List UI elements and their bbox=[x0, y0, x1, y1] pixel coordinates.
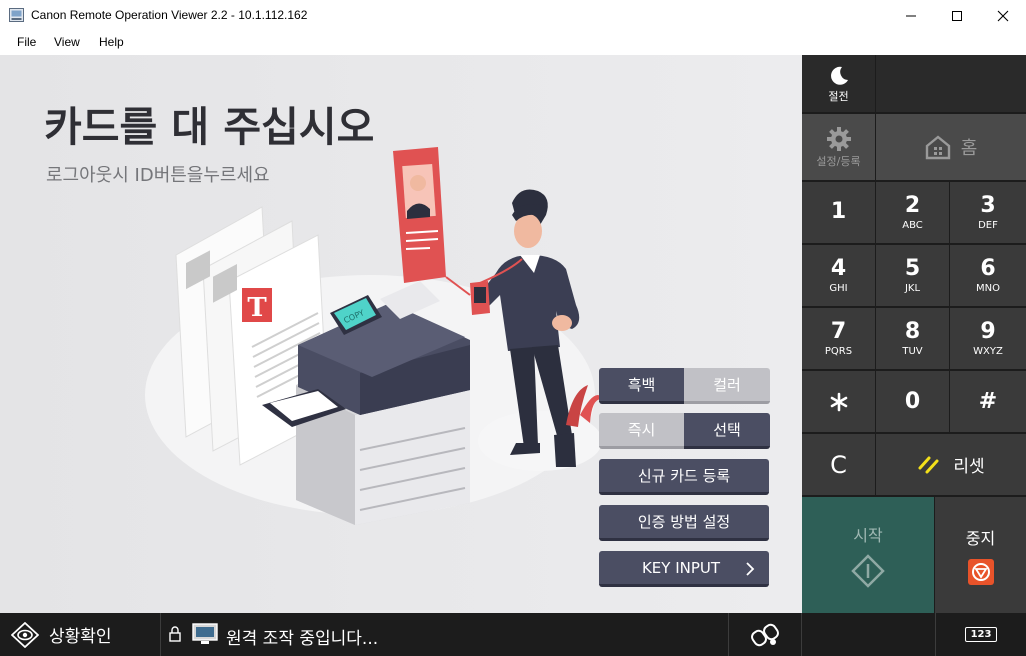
panel-blank-top bbox=[876, 55, 1026, 112]
title-bar: Canon Remote Operation Viewer 2.2 - 10.1… bbox=[0, 0, 1026, 31]
key-8[interactable]: 8 TUV bbox=[876, 308, 949, 369]
link-icon bbox=[751, 623, 779, 646]
start-button[interactable]: 시작 bbox=[802, 497, 934, 613]
device-screen: T COPY 카드를 대 주십시오 로그아웃시 ID버튼을누르세요 흑백 컬러 … bbox=[0, 55, 802, 613]
menu-bar: File View Help bbox=[0, 31, 1026, 55]
key-0[interactable]: 0 bbox=[876, 371, 949, 432]
key-4[interactable]: 4 GHI bbox=[802, 245, 875, 306]
menu-view[interactable]: View bbox=[54, 35, 80, 49]
reset-icon bbox=[918, 456, 939, 473]
sleep-button[interactable]: 절전 bbox=[802, 55, 875, 112]
paper-logo: T bbox=[242, 288, 272, 323]
remote-viewer-window: Canon Remote Operation Viewer 2.2 - 10.1… bbox=[0, 0, 1026, 656]
auth-settings-button[interactable]: 인증 방법 설정 bbox=[599, 505, 769, 541]
key-9[interactable]: 9 WXYZ bbox=[950, 308, 1026, 369]
close-button[interactable] bbox=[980, 0, 1026, 31]
color-toggle[interactable]: 컬러 bbox=[684, 368, 770, 404]
status-check-label: 상황확인 bbox=[49, 627, 112, 647]
lock-icon bbox=[169, 626, 181, 642]
home-button[interactable]: 홈 bbox=[876, 114, 1026, 180]
home-label: 홈 bbox=[960, 138, 978, 159]
key-hash[interactable]: # bbox=[950, 371, 1026, 432]
home-icon bbox=[925, 135, 950, 160]
key-9-digit: 9 bbox=[980, 318, 996, 344]
start-diamond-icon bbox=[851, 554, 885, 588]
maximize-button[interactable] bbox=[934, 0, 980, 31]
key-3-digit: 3 bbox=[980, 192, 996, 218]
menu-file[interactable]: File bbox=[17, 35, 36, 49]
stop-icon bbox=[967, 559, 994, 585]
key-2-letters: ABC bbox=[902, 219, 923, 231]
key-8-digit: 8 bbox=[904, 318, 921, 344]
counter-icon: 123 bbox=[964, 627, 998, 642]
key-asterisk[interactable] bbox=[802, 371, 875, 432]
reset-button[interactable]: 리셋 bbox=[876, 434, 1026, 495]
clear-button[interactable]: C bbox=[802, 434, 875, 495]
status-check-button[interactable]: 상황확인 bbox=[0, 613, 160, 656]
counter-button[interactable]: 123 bbox=[936, 613, 1026, 656]
remote-operation-message: 원격 조작 중입니다... bbox=[226, 629, 379, 649]
key-3[interactable]: 3 DEF bbox=[950, 182, 1026, 243]
maximize-icon bbox=[952, 10, 962, 21]
window-title: Canon Remote Operation Viewer 2.2 - 10.1… bbox=[31, 8, 308, 22]
floor-shadow bbox=[478, 411, 602, 471]
settings-button[interactable]: 설정/등록 bbox=[802, 114, 875, 180]
key-7-digit: 7 bbox=[830, 318, 847, 344]
key-7-letters: PQRS bbox=[824, 345, 853, 357]
auth-settings-label: 인증 방법 설정 bbox=[637, 513, 731, 531]
stop-button[interactable]: 중지 bbox=[935, 497, 1026, 613]
id-card-graphic bbox=[393, 147, 471, 296]
key-2[interactable]: 2 ABC bbox=[876, 182, 949, 243]
menu-help[interactable]: Help bbox=[99, 35, 124, 49]
register-card-button[interactable]: 신규 카드 등록 bbox=[599, 459, 769, 495]
page-subtitle: 로그아웃시 ID버튼을누르세요 bbox=[46, 165, 270, 186]
key-7[interactable]: 7 PQRS bbox=[802, 308, 875, 369]
minimize-icon bbox=[906, 15, 916, 16]
instant-toggle[interactable]: 즉시 bbox=[599, 413, 684, 449]
svg-text:T: T bbox=[247, 293, 267, 323]
key-5[interactable]: 5 JKL bbox=[876, 245, 949, 306]
connection-button[interactable] bbox=[729, 613, 801, 656]
key-4-digit: 4 bbox=[830, 255, 847, 281]
key-4-letters: GHI bbox=[829, 282, 848, 294]
stop-label: 중지 bbox=[965, 529, 996, 548]
key-6-letters: MNO bbox=[976, 282, 1000, 294]
key-6[interactable]: 6 MNO bbox=[950, 245, 1026, 306]
key-9-letters: WXYZ bbox=[973, 345, 1003, 357]
remote-monitor-icon bbox=[192, 623, 218, 644]
sleep-label: 절전 bbox=[828, 89, 849, 103]
settings-label: 설정/등록 bbox=[816, 155, 861, 168]
status-bar: 상황확인 원격 조작 중입니다... 123 bbox=[0, 613, 1026, 656]
page-title: 카드를 대 주십시오 bbox=[44, 103, 375, 151]
gear-icon bbox=[826, 127, 851, 151]
key-5-letters: JKL bbox=[904, 282, 921, 294]
start-label: 시작 bbox=[853, 526, 883, 545]
key-1-digit: 1 bbox=[830, 198, 847, 224]
eye-icon bbox=[11, 621, 39, 648]
moon-icon bbox=[830, 66, 848, 85]
key-input-button[interactable]: KEY INPUT bbox=[599, 551, 769, 587]
key-3-letters: DEF bbox=[978, 219, 998, 231]
key-hash-label: # bbox=[978, 388, 998, 414]
key-6-digit: 6 bbox=[980, 255, 996, 281]
asterisk-icon bbox=[830, 392, 847, 411]
clear-label: C bbox=[830, 450, 847, 479]
key-input-label: KEY INPUT bbox=[641, 558, 721, 577]
key-1[interactable]: 1 bbox=[802, 182, 875, 243]
close-icon bbox=[997, 10, 1009, 21]
key-2-digit: 2 bbox=[904, 192, 921, 218]
register-card-label: 신규 카드 등록 bbox=[637, 467, 731, 485]
app-icon bbox=[9, 8, 24, 22]
minimize-button[interactable] bbox=[888, 0, 934, 31]
key-0-digit: 0 bbox=[904, 388, 921, 414]
key-8-letters: TUV bbox=[902, 345, 923, 357]
select-toggle[interactable]: 선택 bbox=[684, 413, 770, 449]
key-5-digit: 5 bbox=[904, 255, 921, 281]
chevron-right-icon bbox=[746, 562, 755, 576]
keypad-panel: 절전 설정/등록 홈 1 2 ABC 3 DEF 4 GHI 5 JKL 6 M… bbox=[802, 55, 1026, 613]
reset-label: 리셋 bbox=[953, 457, 985, 477]
mono-toggle[interactable]: 흑백 bbox=[599, 368, 684, 404]
